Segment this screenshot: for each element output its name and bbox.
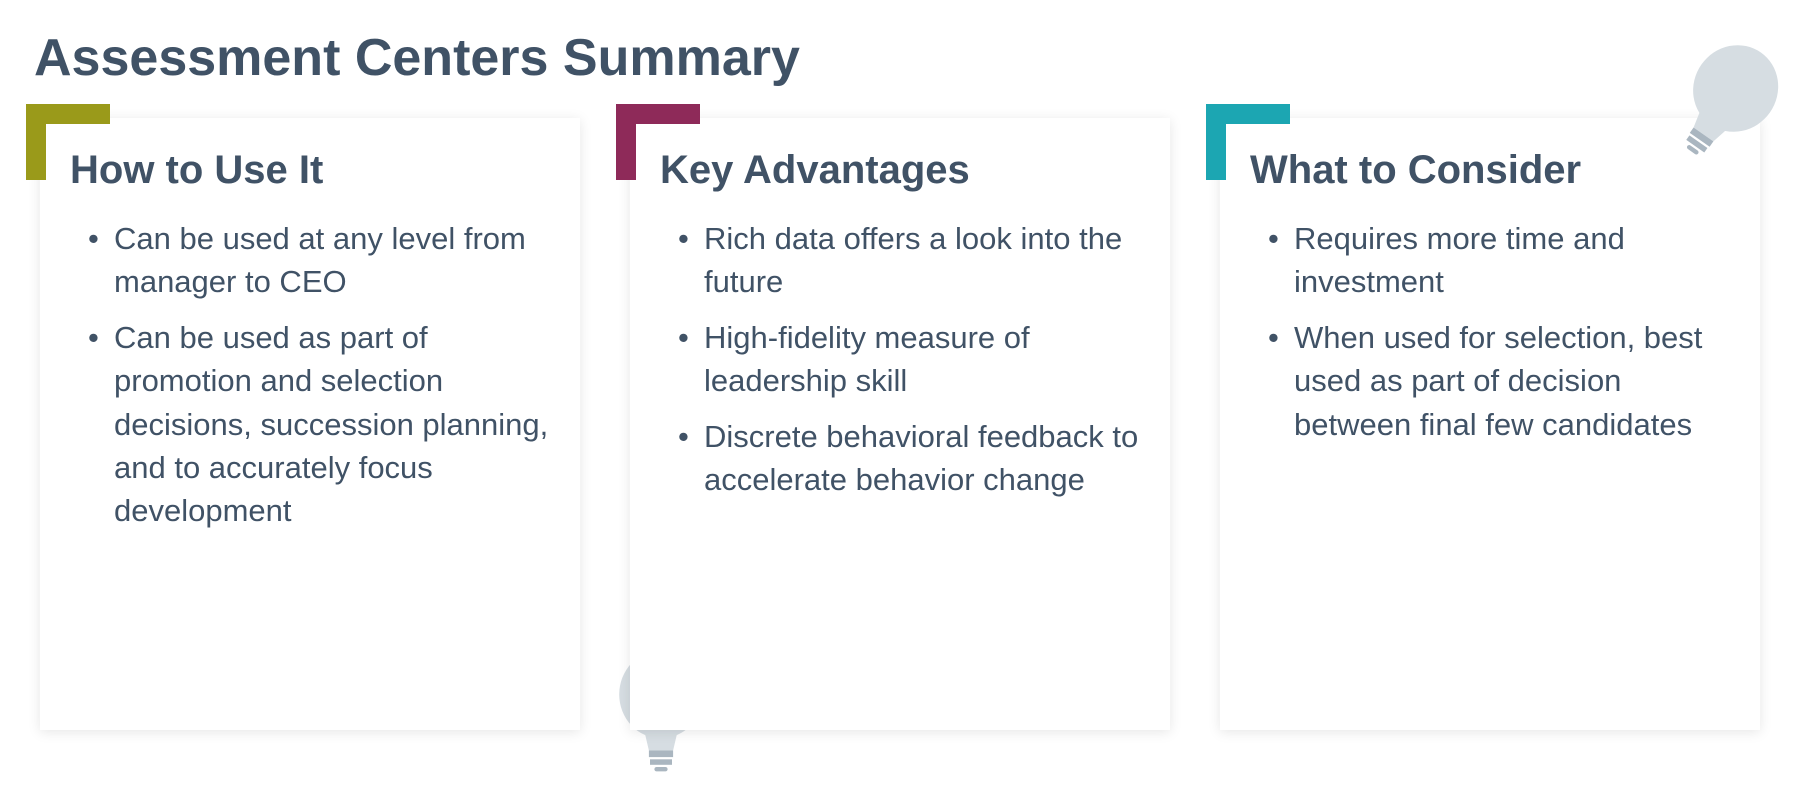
list-item: High-fidelity measure of leadership skil… [678, 316, 1140, 403]
card-list: Requires more time and investment When u… [1250, 217, 1730, 446]
list-item: Discrete behavioral feedback to accelera… [678, 415, 1140, 502]
list-item: When used for selection, best used as pa… [1268, 316, 1730, 446]
card-list: Rich data offers a look into the future … [660, 217, 1140, 501]
list-item: Requires more time and investment [1268, 217, 1730, 304]
corner-accent [616, 104, 700, 180]
list-item: Can be used as part of promotion and sel… [88, 316, 550, 533]
card-how-to-use: How to Use It Can be used at any level f… [40, 118, 580, 730]
list-item: Rich data offers a look into the future [678, 217, 1140, 304]
card-list: Can be used at any level from manager to… [70, 217, 550, 533]
cards-row: How to Use It Can be used at any level f… [40, 118, 1760, 730]
card-title: What to Consider [1250, 148, 1730, 193]
card-what-to-consider: What to Consider Requires more time and … [1220, 118, 1760, 730]
list-item: Can be used at any level from manager to… [88, 217, 550, 304]
corner-accent [26, 104, 110, 180]
corner-accent [1206, 104, 1290, 180]
card-title: How to Use It [70, 148, 550, 193]
card-key-advantages: Key Advantages Rich data offers a look i… [630, 118, 1170, 730]
page-title: Assessment Centers Summary [34, 28, 1760, 88]
card-title: Key Advantages [660, 148, 1140, 193]
